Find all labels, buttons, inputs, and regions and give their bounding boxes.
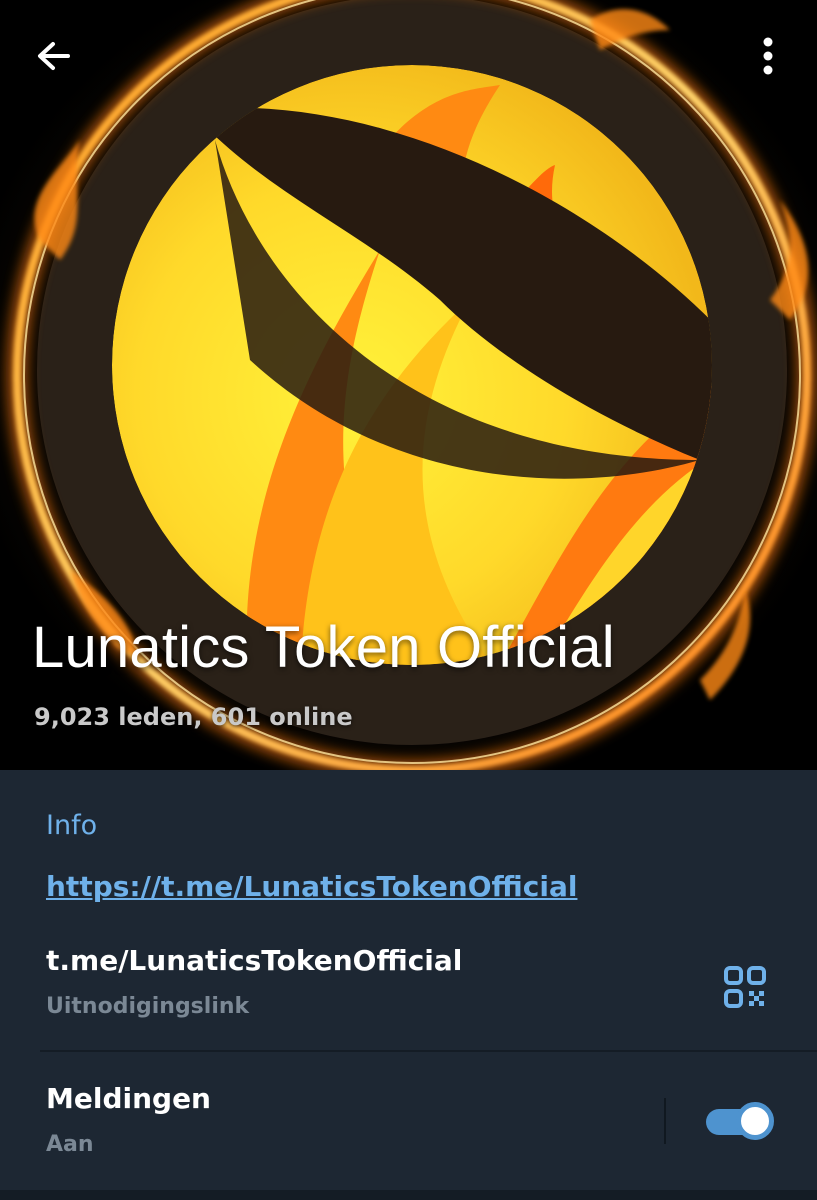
- notifications-row[interactable]: Meldingen Aan: [0, 1052, 817, 1182]
- bottom-edge: [0, 1190, 817, 1200]
- notifications-status: Aan: [46, 1132, 94, 1157]
- group-title: Lunatics Token Official: [32, 615, 615, 680]
- channel-link[interactable]: https://t.me/LunaticsTokenOfficial: [46, 870, 577, 903]
- invite-link-row[interactable]: t.me/LunaticsTokenOfficial Uitnodigingsl…: [0, 938, 817, 1050]
- notifications-toggle[interactable]: [704, 1100, 776, 1142]
- qr-code-icon[interactable]: [722, 964, 768, 1010]
- invite-link-value: t.me/LunaticsTokenOfficial: [46, 944, 463, 977]
- channel-profile-page: Lunatics Token Official 9,023 leden, 601…: [0, 0, 817, 1200]
- member-count: 9,023 leden, 601 online: [34, 703, 353, 731]
- notifications-title: Meldingen: [46, 1082, 211, 1115]
- invite-link-label: Uitnodigingslink: [46, 994, 250, 1019]
- profile-header: Lunatics Token Official 9,023 leden, 601…: [0, 0, 817, 770]
- more-vertical-icon: [763, 37, 773, 75]
- info-section: Info https://t.me/LunaticsTokenOfficial …: [0, 770, 817, 1200]
- back-button[interactable]: [22, 28, 86, 84]
- arrow-left-icon: [38, 42, 70, 70]
- vertical-separator: [664, 1098, 666, 1144]
- toggle-knob: [736, 1102, 774, 1140]
- info-heading: Info: [46, 810, 98, 841]
- more-options-button[interactable]: [740, 28, 796, 84]
